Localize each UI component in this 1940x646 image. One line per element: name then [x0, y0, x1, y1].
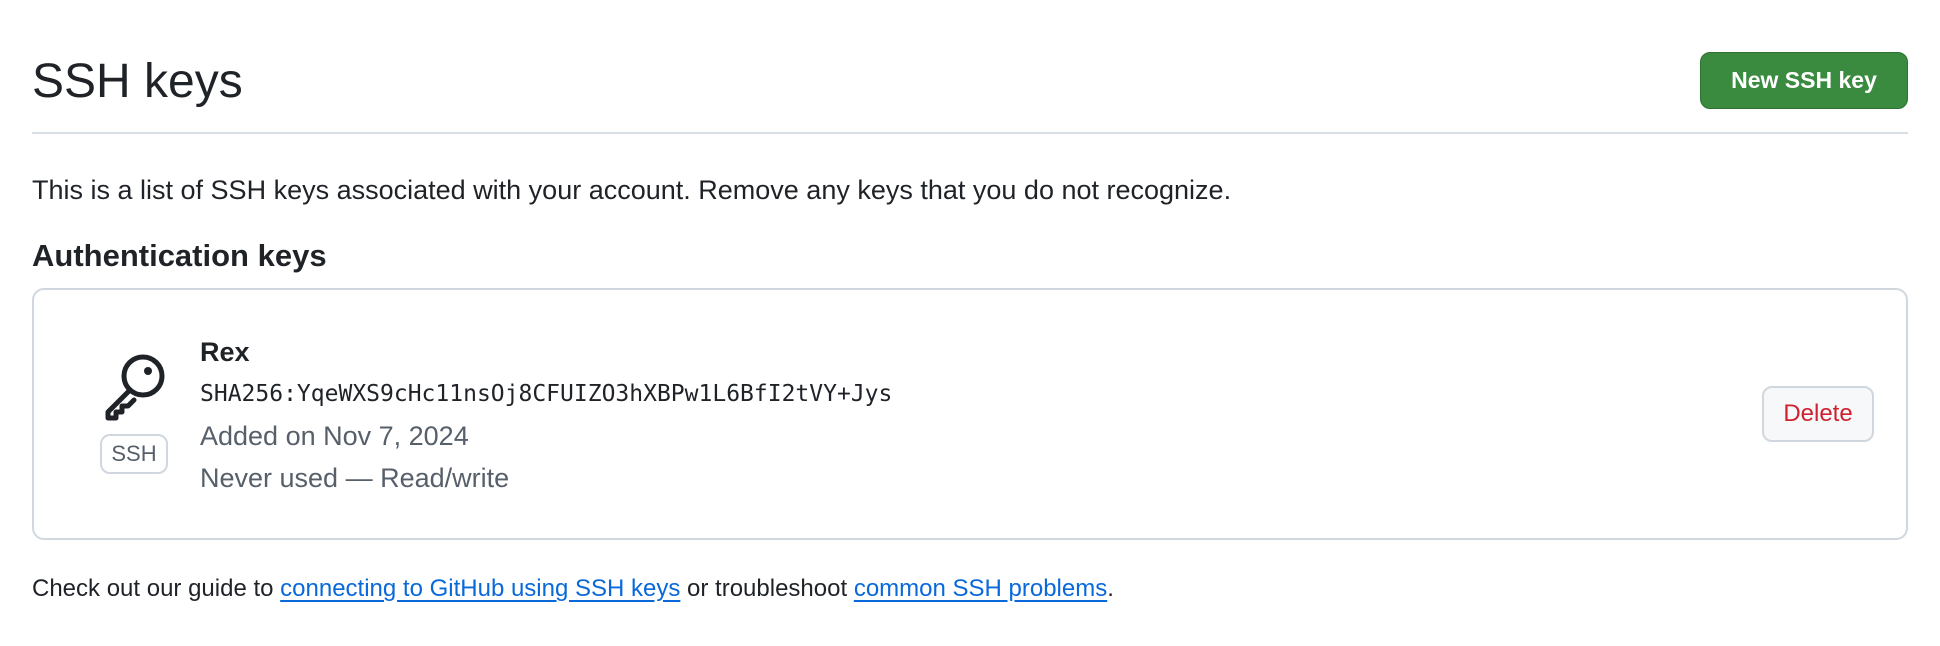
ssh-guide-link[interactable]: connecting to GitHub using SSH keys [280, 575, 680, 602]
footer-suffix: . [1107, 575, 1114, 602]
new-ssh-key-button[interactable]: New SSH key [1700, 52, 1908, 109]
key-title: Rex [200, 337, 250, 367]
key-added-date: Added on Nov 7, 2024 [200, 421, 469, 451]
ssh-badge: SSH [100, 434, 168, 474]
key-icon [98, 352, 168, 422]
section-title: Authentication keys [32, 238, 327, 273]
footer-help-text: Check out our guide to connecting to Git… [32, 572, 1114, 606]
ssh-troubleshoot-link[interactable]: common SSH problems [854, 575, 1107, 602]
footer-prefix: Check out our guide to [32, 575, 281, 602]
ssh-keys-page: SSH keys New SSH key This is a list of S… [0, 0, 1940, 646]
key-fingerprint: SHA256:YqeWXS9cHc11nsOj8CFUIZO3hXBPw1L6B… [200, 381, 893, 407]
page-title: SSH keys [32, 55, 243, 108]
key-usage-status: Never used — Read/write [200, 463, 510, 493]
delete-key-button[interactable]: Delete [1762, 386, 1874, 442]
intro-text: This is a list of SSH keys associated wi… [32, 175, 1232, 205]
page-header: SSH keys New SSH key [32, 0, 1908, 134]
key-list: SSH Rex SHA256:YqeWXS9cHc11nsOj8CFUIZO3h… [32, 288, 1908, 540]
footer-middle: or troubleshoot [680, 575, 854, 602]
